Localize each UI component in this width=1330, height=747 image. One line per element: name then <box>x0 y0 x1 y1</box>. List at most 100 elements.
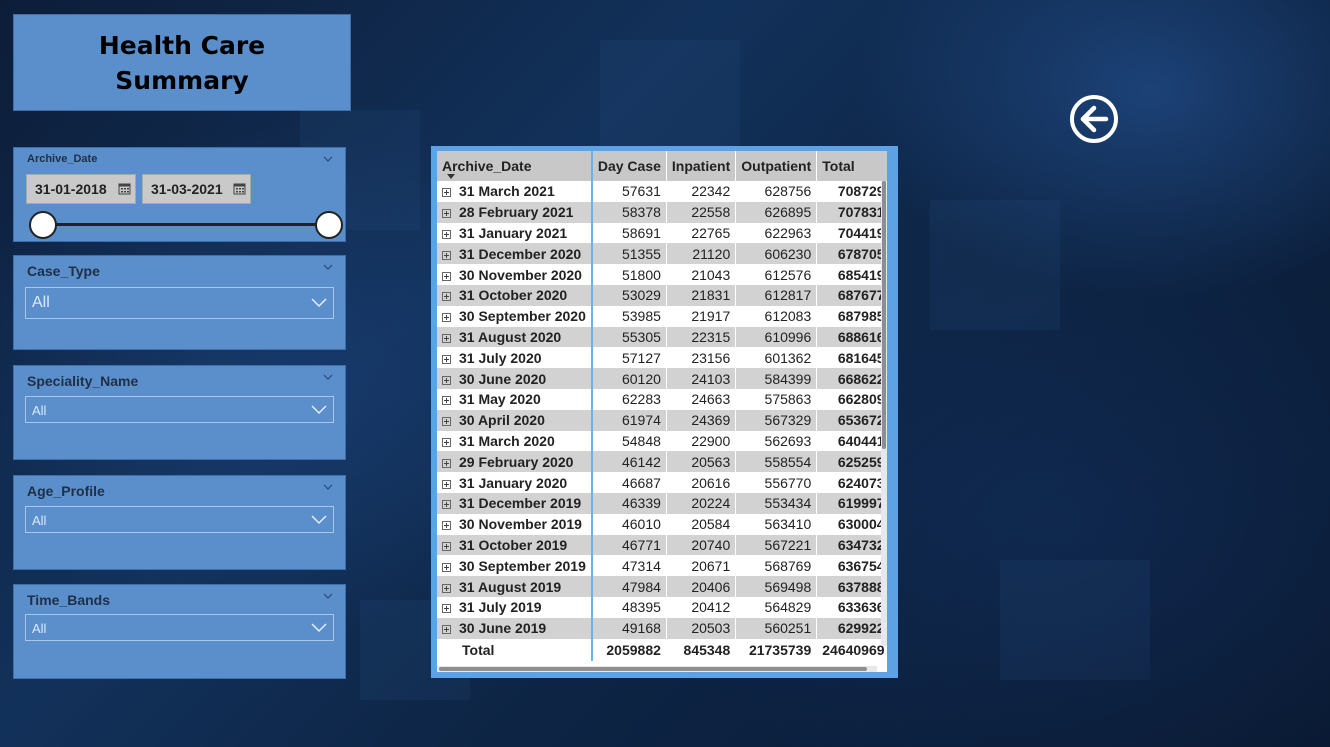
inpatient-cell: 22900 <box>666 430 737 452</box>
chevron-down-icon[interactable] <box>323 154 333 164</box>
day-case-cell: 48395 <box>591 596 667 618</box>
expand-plus-icon[interactable] <box>442 458 451 468</box>
total-inpatient-cell: 845348 <box>666 638 737 661</box>
expand-plus-icon[interactable] <box>442 250 451 260</box>
inpatient-cell: 20503 <box>666 617 737 639</box>
table-row[interactable]: 30 November 2019 46010 20584 563410 630004 <box>437 513 887 535</box>
time-bands-dropdown[interactable]: All <box>25 614 334 641</box>
table-row[interactable]: 30 April 2020 61974 24369 567329 653672 <box>437 409 887 431</box>
table-row[interactable]: 31 May 2020 62283 24663 575863 662809 <box>437 388 887 410</box>
expand-plus-icon[interactable] <box>442 500 451 510</box>
column-header-total[interactable]: Total <box>816 151 887 181</box>
expand-plus-icon[interactable] <box>442 625 451 635</box>
table-row[interactable]: 30 November 2020 51800 21043 612576 685419 <box>437 264 887 285</box>
column-header-archive-date[interactable]: Archive_Date <box>437 151 593 181</box>
row-date-label: 31 October 2020 <box>459 287 568 304</box>
table-row[interactable]: 31 January 2020 46687 20616 556770 624073 <box>437 472 887 493</box>
table-row[interactable]: 29 February 2020 46142 20563 558554 625259 <box>437 451 887 473</box>
table-row[interactable]: 31 August 2019 47984 20406 569498 637888 <box>437 576 887 597</box>
table-row[interactable]: 30 September 2020 53985 21917 612083 687985 <box>437 305 887 327</box>
report-title-line1: Health Care <box>98 30 266 60</box>
end-date-input[interactable]: 31-03-2021 <box>142 174 251 204</box>
date-range-track[interactable] <box>42 223 328 226</box>
date-range-end-handle[interactable] <box>315 211 343 239</box>
column-header-inpatient[interactable]: Inpatient <box>666 151 737 181</box>
day-case-cell: 47984 <box>591 576 667 597</box>
table-row[interactable]: 31 July 2019 48395 20412 564829 633636 <box>437 596 887 618</box>
back-arrow-icon[interactable] <box>1068 93 1120 145</box>
expand-plus-icon[interactable] <box>442 396 451 406</box>
expand-plus-icon[interactable] <box>442 313 451 323</box>
column-header-outpatient[interactable]: Outpatient <box>735 151 818 181</box>
expand-plus-icon[interactable] <box>442 417 451 427</box>
total-label: Total <box>437 638 593 661</box>
day-case-cell: 46771 <box>591 534 667 556</box>
table-row[interactable]: 31 August 2020 55305 22315 610996 688616 <box>437 326 887 348</box>
expand-plus-icon[interactable] <box>442 271 451 281</box>
total-cell: 629922 <box>816 617 887 639</box>
row-date-label: 30 November 2020 <box>459 266 582 283</box>
inpatient-cell: 20412 <box>666 596 737 618</box>
column-header-day-case[interactable]: Day Case <box>591 151 667 181</box>
expand-plus-icon[interactable] <box>442 479 451 489</box>
chevron-down-icon <box>311 623 327 633</box>
expand-plus-icon[interactable] <box>442 229 451 239</box>
inpatient-cell: 24369 <box>666 409 737 431</box>
table-row[interactable]: 31 March 2021 57631 22342 628756 708729 <box>437 181 887 202</box>
time-bands-slicer: Time_Bands All <box>13 584 346 679</box>
table-row[interactable]: 31 July 2020 57127 23156 601362 681645 <box>437 347 887 369</box>
case-type-dropdown[interactable]: All <box>25 287 334 319</box>
table-row[interactable]: 31 October 2019 46771 20740 567221 634732 <box>437 534 887 556</box>
start-date-input[interactable]: 31-01-2018 <box>26 174 136 204</box>
table-row[interactable]: 30 June 2020 60120 24103 584399 668622 <box>437 368 887 389</box>
expand-plus-icon[interactable] <box>442 541 451 551</box>
chevron-down-icon[interactable] <box>323 262 333 272</box>
date-range-start-handle[interactable] <box>29 211 57 239</box>
table-row[interactable]: 28 February 2021 58378 22558 626895 707831 <box>437 201 887 223</box>
expand-plus-icon[interactable] <box>442 209 451 219</box>
speciality-name-dropdown[interactable]: All <box>25 396 334 423</box>
inpatient-cell: 20671 <box>666 555 737 577</box>
chevron-down-icon[interactable] <box>323 591 333 601</box>
horizontal-scrollbar[interactable] <box>437 666 877 672</box>
vertical-scrollbar[interactable] <box>881 181 887 646</box>
chevron-down-icon[interactable] <box>323 482 333 492</box>
table-row[interactable]: 31 March 2020 54848 22900 562693 640441 <box>437 430 887 452</box>
row-date-label: 30 November 2019 <box>459 516 582 533</box>
row-date-label: 31 May 2020 <box>459 391 541 408</box>
expand-plus-icon[interactable] <box>442 437 451 447</box>
outpatient-cell: 569498 <box>735 576 818 597</box>
total-cell: 687985 <box>816 305 887 327</box>
matrix-table: Archive_Date Day Case Inpatient Outpatie… <box>437 151 887 661</box>
horizontal-scrollbar-thumb[interactable] <box>439 667 867 671</box>
vertical-scrollbar-thumb[interactable] <box>882 181 886 449</box>
day-case-cell: 53985 <box>591 305 667 327</box>
table-row[interactable]: 31 December 2020 51355 21120 606230 678705 <box>437 243 887 265</box>
outpatient-cell: 612083 <box>735 305 818 327</box>
table-row[interactable]: 31 December 2019 46339 20224 553434 619997 <box>437 492 887 514</box>
expand-plus-icon[interactable] <box>442 604 451 614</box>
inpatient-cell: 20740 <box>666 534 737 556</box>
expand-plus-icon[interactable] <box>442 333 451 343</box>
row-date-cell: 30 April 2020 <box>437 409 593 431</box>
chevron-down-icon[interactable] <box>323 372 333 382</box>
expand-plus-icon[interactable] <box>442 354 451 364</box>
table-row[interactable]: 31 October 2020 53029 21831 612817 687677 <box>437 284 887 306</box>
expand-plus-icon[interactable] <box>442 375 451 385</box>
row-date-cell: 31 October 2019 <box>437 534 593 556</box>
row-date-cell: 28 February 2021 <box>437 201 593 223</box>
row-date-label: 31 December 2020 <box>459 245 582 262</box>
table-row[interactable]: 30 June 2019 49168 20503 560251 629922 <box>437 617 887 639</box>
calendar-icon[interactable] <box>118 182 131 195</box>
table-row[interactable]: 30 September 2019 47314 20671 568769 636754 <box>437 555 887 577</box>
outpatient-cell: 568769 <box>735 555 818 577</box>
expand-plus-icon[interactable] <box>442 583 451 593</box>
expand-plus-icon[interactable] <box>442 292 451 302</box>
expand-plus-icon[interactable] <box>442 188 451 198</box>
table-row[interactable]: 31 January 2021 58691 22765 622963 704419 <box>437 222 887 244</box>
expand-plus-icon[interactable] <box>442 562 451 572</box>
age-profile-dropdown[interactable]: All <box>25 506 334 533</box>
total-cell: 704419 <box>816 222 887 244</box>
calendar-icon[interactable] <box>233 182 246 195</box>
expand-plus-icon[interactable] <box>442 521 451 531</box>
